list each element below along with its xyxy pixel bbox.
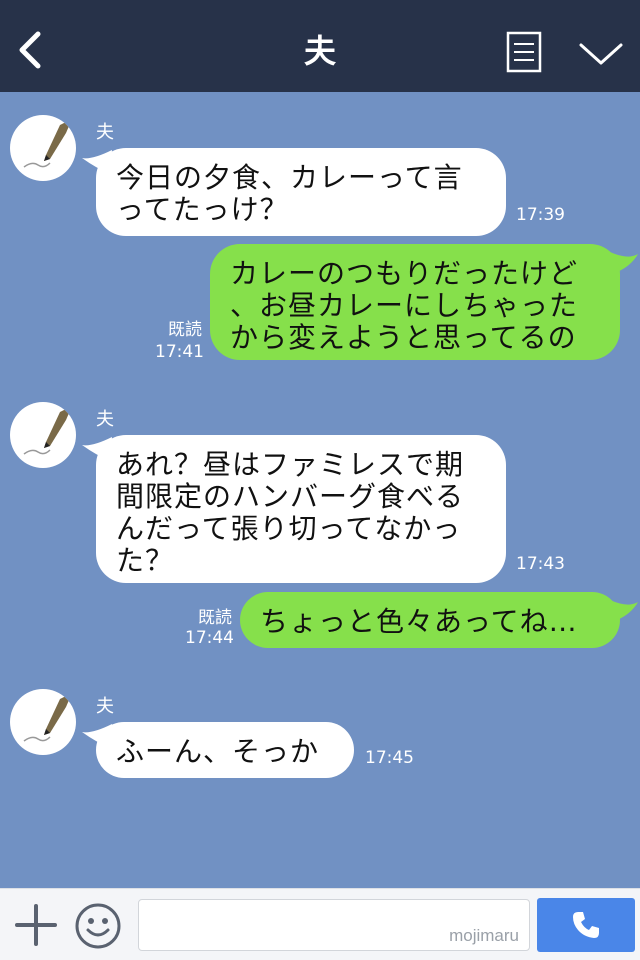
avatar[interactable] bbox=[10, 689, 76, 755]
message-text: カレーのつもりだったけど 、お昼カレーにしちゃった から変えようと思ってるの bbox=[230, 257, 579, 354]
message-time: 17:41 bbox=[155, 342, 204, 362]
sender-name: 夫 bbox=[96, 122, 114, 143]
input-bar: mojimaru bbox=[0, 888, 640, 960]
phone-icon bbox=[573, 912, 599, 938]
avatar[interactable] bbox=[10, 402, 76, 468]
chat-header: 夫 bbox=[0, 0, 640, 92]
read-receipt: 既読 bbox=[168, 320, 202, 340]
message-input[interactable]: mojimaru bbox=[138, 899, 530, 951]
call-button[interactable] bbox=[537, 898, 635, 952]
read-receipt: 既読 bbox=[198, 608, 232, 628]
notes-icon[interactable] bbox=[506, 31, 542, 73]
avatar[interactable] bbox=[10, 115, 76, 181]
message-bubble[interactable]: カレーのつもりだったけど 、お昼カレーにしちゃった から変えようと思ってるの bbox=[210, 244, 620, 360]
message-bubble[interactable]: 今日の夕食、カレーって言 ってたっけ？ bbox=[96, 148, 506, 236]
sender-name: 夫 bbox=[96, 409, 114, 430]
message-bubble[interactable]: ちょっと色々あってね… bbox=[240, 592, 620, 648]
chat-title: 夫 bbox=[303, 32, 336, 70]
emoji-icon[interactable] bbox=[74, 902, 122, 950]
sender-name: 夫 bbox=[96, 696, 114, 717]
message-bubble[interactable]: ふーん、そっか bbox=[96, 722, 354, 778]
message-text: あれ？昼はファミレスで期 間限定のハンバーグ食べる んだって張り切ってなかっ た… bbox=[116, 448, 465, 577]
message-time: 17:39 bbox=[516, 205, 565, 225]
message-time: 17:45 bbox=[365, 748, 414, 768]
message-text: 今日の夕食、カレーって言 ってたっけ？ bbox=[116, 161, 463, 226]
message-time: 17:44 bbox=[185, 628, 234, 648]
plus-icon[interactable] bbox=[14, 903, 58, 947]
chat-area[interactable]: 夫 今日の夕食、カレーって言 ってたっけ？ 17:39 カレーのつもりだったけど… bbox=[0, 92, 640, 888]
message-text: ふーん、そっか bbox=[116, 735, 320, 768]
message-time: 17:43 bbox=[516, 554, 565, 574]
chevron-down-icon[interactable] bbox=[578, 40, 624, 68]
message-bubble[interactable]: あれ？昼はファミレスで期 間限定のハンバーグ食べる んだって張り切ってなかっ た… bbox=[96, 435, 506, 583]
message-text: ちょっと色々あってね… bbox=[260, 605, 578, 638]
watermark-text: mojimaru bbox=[449, 926, 519, 945]
